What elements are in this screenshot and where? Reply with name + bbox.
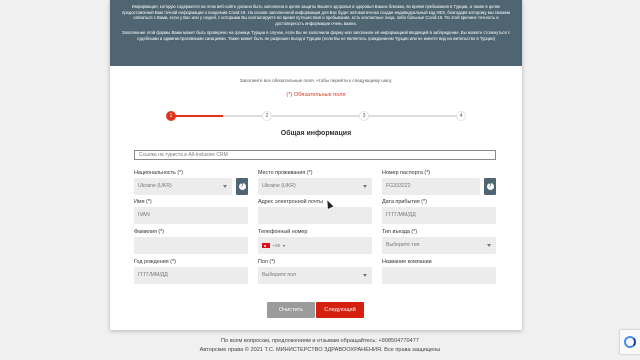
nationality-help-button[interactable]: ?	[236, 178, 248, 195]
next-button[interactable]: Следующий	[316, 302, 364, 318]
email-input[interactable]	[258, 207, 372, 224]
caret-down-icon	[363, 274, 367, 277]
nationality-value: Ukraine (UKR)	[138, 183, 172, 189]
recaptcha-badge[interactable]	[620, 330, 640, 354]
nationality-label: Национальность (*)	[134, 170, 184, 176]
tour-link-input[interactable]: Ссылка на туриста в All-Inclusive CRM	[134, 150, 496, 160]
banner-paragraph-1: Информация, которую содержится на этом в…	[121, 4, 511, 26]
step-2[interactable]: 2	[262, 111, 272, 121]
gender-select[interactable]: Выберите пол	[258, 267, 372, 284]
entry-type-select[interactable]: Выберите тип	[382, 237, 496, 254]
caret-down-icon	[363, 185, 367, 188]
gender-value: Выберите пол	[262, 272, 297, 278]
required-note: (*) Обязательные поля	[286, 92, 346, 98]
form-card: Информация, которую содержится на этом в…	[110, 0, 522, 330]
recaptcha-icon	[624, 336, 636, 348]
fill-note: Заполните все обязательные поля, чтобы п…	[239, 78, 393, 83]
step-3[interactable]: 3	[359, 111, 369, 121]
footer-copyright: Авторские права © 2021 Т.С. МИНИСТЕРСТВО…	[199, 347, 441, 353]
email-label: Адрес электронной почты	[258, 199, 324, 205]
footer-contact: По всем вопросам, предложениям и отзывам…	[221, 338, 419, 344]
residence-select[interactable]: Ukraine (UKR)	[258, 178, 372, 195]
caret-down-icon	[223, 185, 227, 188]
entry-type-label: Тип въезда (*)	[382, 229, 418, 235]
first-name-input[interactable]: IVAN	[134, 207, 248, 224]
company-label: Название компании	[382, 259, 432, 265]
last-name-label: Фамилия (*)	[134, 229, 165, 235]
gender-label: Пол (*)	[258, 259, 276, 265]
turkey-flag-icon	[262, 243, 270, 248]
passport-label: Номер паспорта (*)	[382, 170, 431, 176]
caret-down-icon[interactable]	[282, 244, 285, 247]
phone-input[interactable]: +90	[258, 237, 372, 254]
question-circle-icon: ?	[486, 183, 494, 190]
question-circle-icon: ?	[238, 183, 246, 190]
first-name-label: Имя (*)	[134, 199, 152, 205]
banner-paragraph-2: Заполнение этой формы Вами может быть пр…	[121, 30, 511, 41]
step-1[interactable]: 1	[166, 111, 176, 121]
section-title: Общая информация	[280, 130, 352, 137]
birth-date-label: Год рождения (*)	[134, 259, 176, 265]
phone-label: Телефонный номер	[258, 229, 308, 235]
passport-help-button[interactable]: ?	[484, 178, 496, 195]
step-4[interactable]: 4	[456, 111, 466, 121]
clear-button[interactable]: Очистить	[267, 302, 315, 318]
residence-label: Место проживания (*)	[258, 170, 313, 176]
info-banner: Информация, которую содержится на этом в…	[110, 0, 522, 66]
passport-input[interactable]: FG333222	[382, 178, 480, 195]
residence-value: Ukraine (UKR)	[262, 183, 296, 189]
last-name-input[interactable]	[134, 237, 248, 254]
company-input[interactable]	[382, 267, 496, 284]
caret-down-icon	[487, 244, 491, 247]
birth-date-input[interactable]: ГГГГ/ММ/ДД	[134, 267, 248, 284]
dial-code: +90	[272, 243, 281, 248]
entry-type-value: Выберите тип	[386, 242, 420, 248]
stepper: 1 2 3 4	[166, 110, 466, 122]
arrival-date-label: Дата прибытия (*)	[382, 199, 427, 205]
arrival-date-input[interactable]: ГГГГ/ММ/ДД	[382, 207, 496, 224]
step-progress	[170, 115, 223, 117]
nationality-select[interactable]: Ukraine (UKR)	[134, 178, 232, 195]
